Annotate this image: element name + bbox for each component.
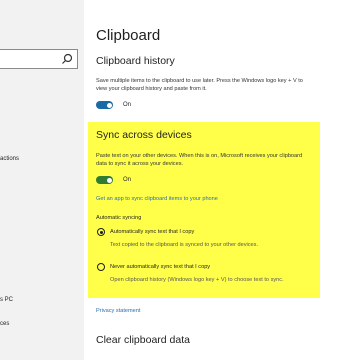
clipboard-history-description: Save multiple items to the clipboard to … (96, 78, 303, 92)
page-title: Clipboard (96, 27, 161, 44)
auto-sync-radio[interactable] (97, 228, 105, 236)
automatic-syncing-heading: Automatic syncing (96, 215, 142, 221)
never-sync-radio[interactable] (97, 263, 105, 271)
search-input[interactable] (0, 49, 78, 69)
auto-sync-description: Text copied to the clipboard is synced t… (110, 242, 259, 248)
sidebar-item-pc[interactable]: s PC (0, 297, 13, 303)
sync-toggle-state: On (123, 177, 132, 183)
sidebar: actions s PC ces (0, 0, 84, 360)
sidebar-item-devices[interactable]: ces (0, 321, 9, 327)
sidebar-item-actions[interactable]: actions (0, 156, 19, 162)
clipboard-history-toggle-state: On (123, 102, 132, 108)
never-sync-description: Open clipboard history (Windows logo key… (110, 277, 284, 283)
sync-heading: Sync across devices (96, 129, 192, 141)
sync-toggle[interactable] (96, 176, 113, 184)
search-icon[interactable] (60, 52, 74, 66)
sync-app-link[interactable]: Get an app to sync clipboard items to yo… (96, 196, 218, 202)
privacy-statement-link[interactable]: Privacy statement (96, 308, 140, 314)
never-sync-label[interactable]: Never automatically sync text that I cop… (110, 264, 210, 270)
sync-description: Paste text on your other devices. When t… (96, 153, 303, 167)
clear-clipboard-heading: Clear clipboard data (96, 334, 190, 346)
main-content: Clipboard Clipboard history Save multipl… (84, 0, 360, 360)
clipboard-history-toggle[interactable] (96, 101, 113, 109)
auto-sync-label[interactable]: Automatically sync text that I copy (110, 229, 194, 235)
clipboard-history-heading: Clipboard history (96, 55, 175, 67)
